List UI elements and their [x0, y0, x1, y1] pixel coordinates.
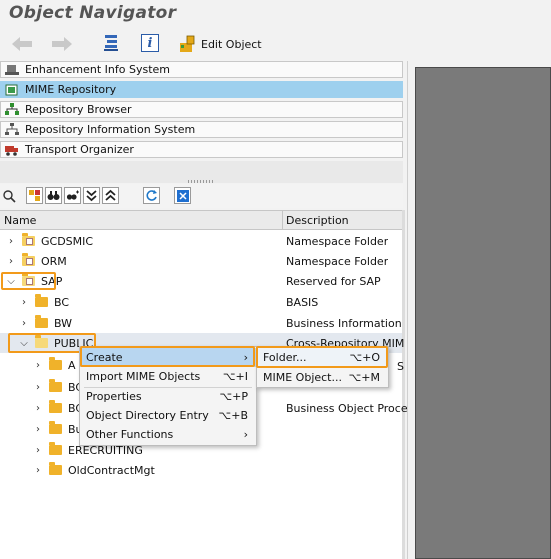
menu-item-properties[interactable]: Properties ⌥+P: [80, 387, 256, 406]
folder-icon: [49, 421, 62, 434]
column-name[interactable]: Name: [4, 214, 36, 227]
tree-item-description: Namespace Folder: [286, 234, 389, 248]
edit-object-label: Edit Object: [201, 37, 262, 51]
folder-icon: [49, 462, 62, 475]
menu-item-shortcut: ⌥+B: [218, 409, 248, 422]
splitter-grip: [188, 180, 214, 183]
nav-item-repository-browser[interactable]: Repository Browser: [0, 101, 403, 118]
binoculars-next-icon[interactable]: [64, 187, 81, 204]
tree-item-name: GCDSMIC: [41, 234, 94, 248]
nav-item-transport-organizer[interactable]: Transport Organizer: [0, 141, 403, 158]
partial-description: S: [397, 360, 404, 373]
tree-item-description: Business Information: [286, 316, 402, 330]
close-icon[interactable]: [174, 187, 191, 204]
enhancement-icon: [5, 64, 19, 76]
nav-item-label: Enhancement Info System: [25, 63, 171, 76]
tree-item-name: OldContractMgt: [68, 463, 155, 477]
edit-object-button[interactable]: Edit Object: [178, 33, 268, 55]
info-icon[interactable]: i: [141, 34, 159, 52]
forward-arrow-icon[interactable]: [51, 36, 73, 52]
nav-item-repository-info[interactable]: Repository Information System: [0, 121, 403, 138]
tree-row[interactable]: › OldContractMgt: [0, 460, 402, 480]
folder-icon: [49, 442, 62, 455]
collapse-all-icon[interactable]: [102, 187, 119, 204]
tree-header: Name Description: [0, 210, 403, 230]
menu-item-label: MIME Object...: [263, 371, 342, 384]
hierarchy-icon[interactable]: [101, 33, 121, 53]
highlight-box-create: [80, 346, 255, 367]
menu-item-shortcut: ⌥+I: [222, 370, 248, 383]
namespace-folder-icon: [22, 253, 35, 266]
chevron-right-icon[interactable]: ›: [33, 424, 43, 435]
repository-info-icon: [5, 123, 19, 136]
chevron-right-icon[interactable]: ›: [19, 318, 29, 329]
tree-item-description: Business Object Proce: [286, 401, 408, 415]
menu-item-shortcut: ⌥+M: [348, 371, 380, 384]
folder-icon: [49, 357, 62, 370]
tree-item-name: ORM: [41, 254, 67, 268]
expand-all-icon[interactable]: [83, 187, 100, 204]
search-icon[interactable]: [0, 187, 17, 204]
tree-row[interactable]: ⌵ SAP Reserved for SAP: [0, 271, 402, 291]
tree-row[interactable]: › BC BASIS: [0, 292, 402, 312]
nav-item-mime-repository[interactable]: MIME Repository: [0, 81, 403, 98]
tree-row[interactable]: › BW Business Information: [0, 313, 402, 333]
namespace-folder-icon: [22, 233, 35, 246]
column-description[interactable]: Description: [286, 214, 349, 227]
menu-item-label: Import MIME Objects: [86, 370, 201, 383]
toolbar: i Edit Object: [0, 30, 551, 58]
column-divider[interactable]: [282, 211, 283, 229]
chevron-right-icon[interactable]: ›: [33, 360, 43, 371]
repository-browser-icon: [5, 103, 19, 116]
chevron-right-icon[interactable]: ›: [33, 382, 43, 393]
tree-row[interactable]: › GCDSMIC Namespace Folder: [0, 231, 402, 251]
nav-item-label: Transport Organizer: [25, 143, 134, 156]
folder-icon: [49, 379, 62, 392]
submenu-item-mime-object[interactable]: MIME Object... ⌥+M: [257, 368, 388, 387]
nav-item-label: MIME Repository: [25, 83, 117, 96]
tree-item-description: Namespace Folder: [286, 254, 389, 268]
highlight-box-folder: [256, 346, 388, 368]
tree-area-scrollbar[interactable]: [402, 210, 405, 559]
back-arrow-icon[interactable]: [11, 36, 33, 52]
tree-item-name: BW: [54, 316, 73, 330]
menu-item-label: Object Directory Entry: [86, 409, 209, 422]
refresh-icon[interactable]: [143, 187, 160, 204]
chevron-right-icon[interactable]: ›: [6, 236, 16, 247]
page-title: Object Navigator: [9, 3, 177, 23]
splitter[interactable]: [0, 161, 403, 183]
find-object-icon[interactable]: [26, 187, 43, 204]
nav-item-label: Repository Information System: [25, 123, 196, 136]
editor-area[interactable]: [415, 67, 551, 559]
menu-item-label: Properties: [86, 390, 142, 403]
chevron-right-icon: ›: [243, 428, 248, 441]
nav-item-enhancement[interactable]: Enhancement Info System: [0, 61, 403, 78]
chevron-right-icon[interactable]: ›: [33, 465, 43, 476]
tree-item-description: BASIS: [286, 295, 319, 309]
folder-icon: [35, 315, 48, 328]
menu-item-label: Other Functions: [86, 428, 174, 441]
tree-toolbar: [0, 184, 403, 208]
transport-icon: [5, 144, 19, 156]
chevron-right-icon[interactable]: ›: [33, 403, 43, 414]
menu-item-object-directory[interactable]: Object Directory Entry ⌥+B: [80, 406, 256, 425]
menu-item-other-functions[interactable]: Other Functions ›: [80, 425, 256, 444]
edit-object-icon: [178, 35, 196, 53]
binoculars-icon[interactable]: [45, 187, 62, 204]
chevron-right-icon[interactable]: ›: [6, 256, 16, 267]
chevron-right-icon[interactable]: ›: [33, 445, 43, 456]
tree-item-name: BC: [54, 295, 70, 309]
folder-icon: [35, 294, 48, 307]
folder-icon: [49, 400, 62, 413]
tree-row[interactable]: › ORM Namespace Folder: [0, 251, 402, 271]
tree-item-name: A: [68, 358, 76, 372]
menu-item-import-mime[interactable]: Import MIME Objects ⌥+I: [80, 367, 256, 386]
highlight-box-sap: [1, 272, 56, 290]
tree-item-description: Reserved for SAP: [286, 274, 381, 288]
chevron-right-icon[interactable]: ›: [19, 297, 29, 308]
mime-icon: [5, 84, 19, 96]
nav-item-label: Repository Browser: [25, 103, 132, 116]
menu-item-shortcut: ⌥+P: [219, 390, 248, 403]
